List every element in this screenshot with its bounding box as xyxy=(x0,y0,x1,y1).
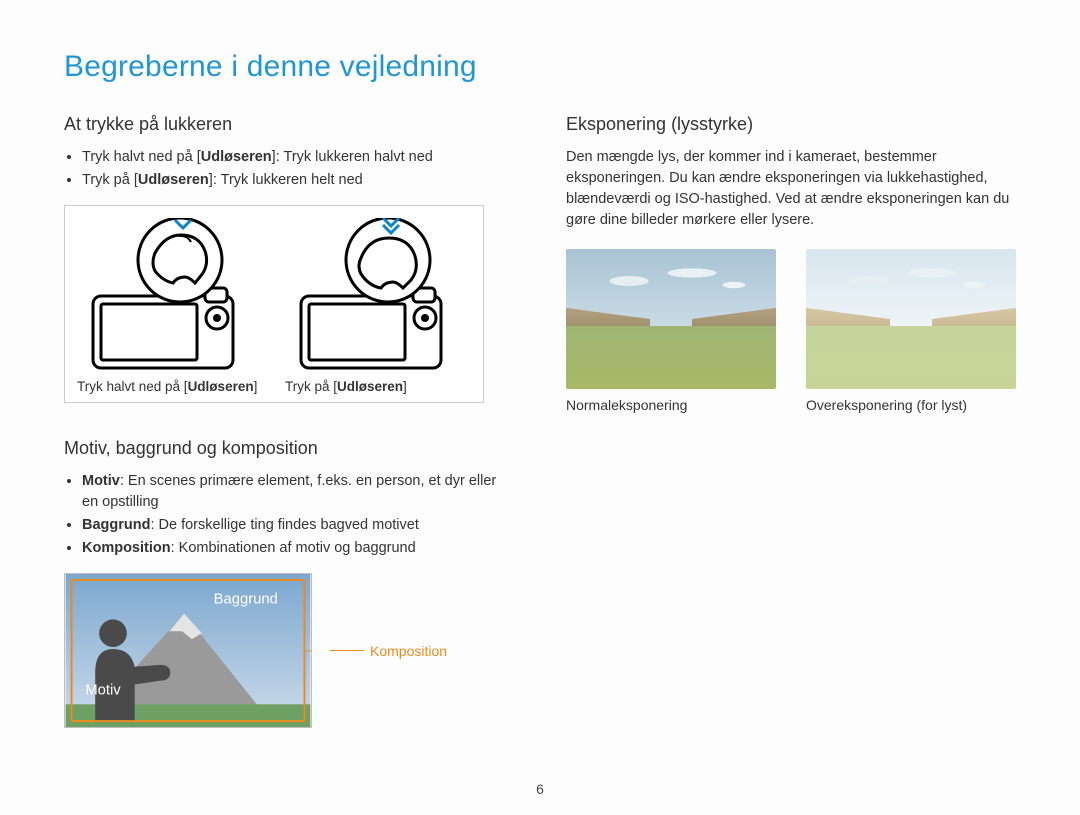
illustration-caption: Tryk halvt ned på [Udløseren] xyxy=(77,379,263,394)
bold: Udløseren xyxy=(201,149,272,165)
photo-image xyxy=(806,249,1016,389)
text: ] xyxy=(254,379,258,394)
text: Tryk halvt ned på [ xyxy=(82,149,201,165)
camera-half-press-art xyxy=(85,218,255,373)
text: Komposition xyxy=(370,643,447,659)
list-item: Tryk halvt ned på [Udløseren]: Tryk lukk… xyxy=(82,147,506,168)
composition-figure: Baggrund Motiv Komposition xyxy=(64,573,506,728)
text: Tryk på [ xyxy=(82,172,138,188)
list-item: Baggrund: De forskellige ting findes bag… xyxy=(82,515,506,536)
bold: Komposition xyxy=(82,540,171,556)
bold: Udløseren xyxy=(188,379,254,394)
illustration-caption: Tryk på [Udløseren] xyxy=(285,379,471,394)
illustration-half-press: Tryk halvt ned på [Udløseren] xyxy=(77,218,263,394)
label-baggrund: Baggrund xyxy=(214,592,278,608)
list-item: Motiv: En scenes primære element, f.eks.… xyxy=(82,471,506,513)
page-number: 6 xyxy=(0,781,1080,797)
section-shutter-heading: At trykke på lukkeren xyxy=(64,114,506,135)
shutter-bullets: Tryk halvt ned på [Udløseren]: Tryk lukk… xyxy=(64,147,506,191)
page-title: Begreberne i denne vejledning xyxy=(64,50,1016,84)
label-motiv: Motiv xyxy=(85,683,121,699)
list-item: Komposition: Kombinationen af motiv og b… xyxy=(82,538,506,559)
label-komposition: Komposition xyxy=(330,643,447,659)
exposure-body: Den mængde lys, der kommer ind i kamerae… xyxy=(566,147,1016,231)
right-column: Eksponering (lysstyrke) Den mængde lys, … xyxy=(566,112,1016,728)
section-exposure-heading: Eksponering (lysstyrke) xyxy=(566,114,1016,135)
photo-caption: Overeksponering (for lyst) xyxy=(806,397,1016,413)
text: Tryk på [ xyxy=(285,379,337,394)
photo-normal-exposure: Normaleksponering xyxy=(566,249,776,413)
left-column: At trykke på lukkeren Tryk halvt ned på … xyxy=(64,112,506,728)
composition-bullets: Motiv: En scenes primære element, f.eks.… xyxy=(64,471,506,559)
text: ]: Tryk lukkeren helt ned xyxy=(209,172,363,188)
section-composition-heading: Motiv, baggrund og komposition xyxy=(64,438,506,459)
text: ]: Tryk lukkeren halvt ned xyxy=(272,149,433,165)
photo-image xyxy=(566,249,776,389)
bold: Baggrund xyxy=(82,517,150,533)
bold: Udløseren xyxy=(337,379,403,394)
photo-caption: Normaleksponering xyxy=(566,397,776,413)
shutter-illustration-box: Tryk halvt ned på [Udløseren] xyxy=(64,205,484,403)
bold: Udløseren xyxy=(138,172,209,188)
illustration-full-press: Tryk på [Udløseren] xyxy=(285,218,471,394)
list-item: Tryk på [Udløseren]: Tryk lukkeren helt … xyxy=(82,170,506,191)
text: : En scenes primære element, f.eks. en p… xyxy=(82,473,496,510)
photo-over-exposure: Overeksponering (for lyst) xyxy=(806,249,1016,413)
composition-diagram: Baggrund Motiv xyxy=(64,573,312,728)
text: Tryk halvt ned på [ xyxy=(77,379,188,394)
bold: Motiv xyxy=(82,473,120,489)
camera-full-press-art xyxy=(293,218,463,373)
text: ] xyxy=(403,379,407,394)
leader-line xyxy=(330,650,364,651)
exposure-photos: Normaleksponering Overeksponering (for l… xyxy=(566,249,1016,413)
text: : Kombinationen af motiv og baggrund xyxy=(171,540,416,556)
text: : De forskellige ting findes bagved moti… xyxy=(150,517,418,533)
columns: At trykke på lukkeren Tryk halvt ned på … xyxy=(64,112,1016,728)
